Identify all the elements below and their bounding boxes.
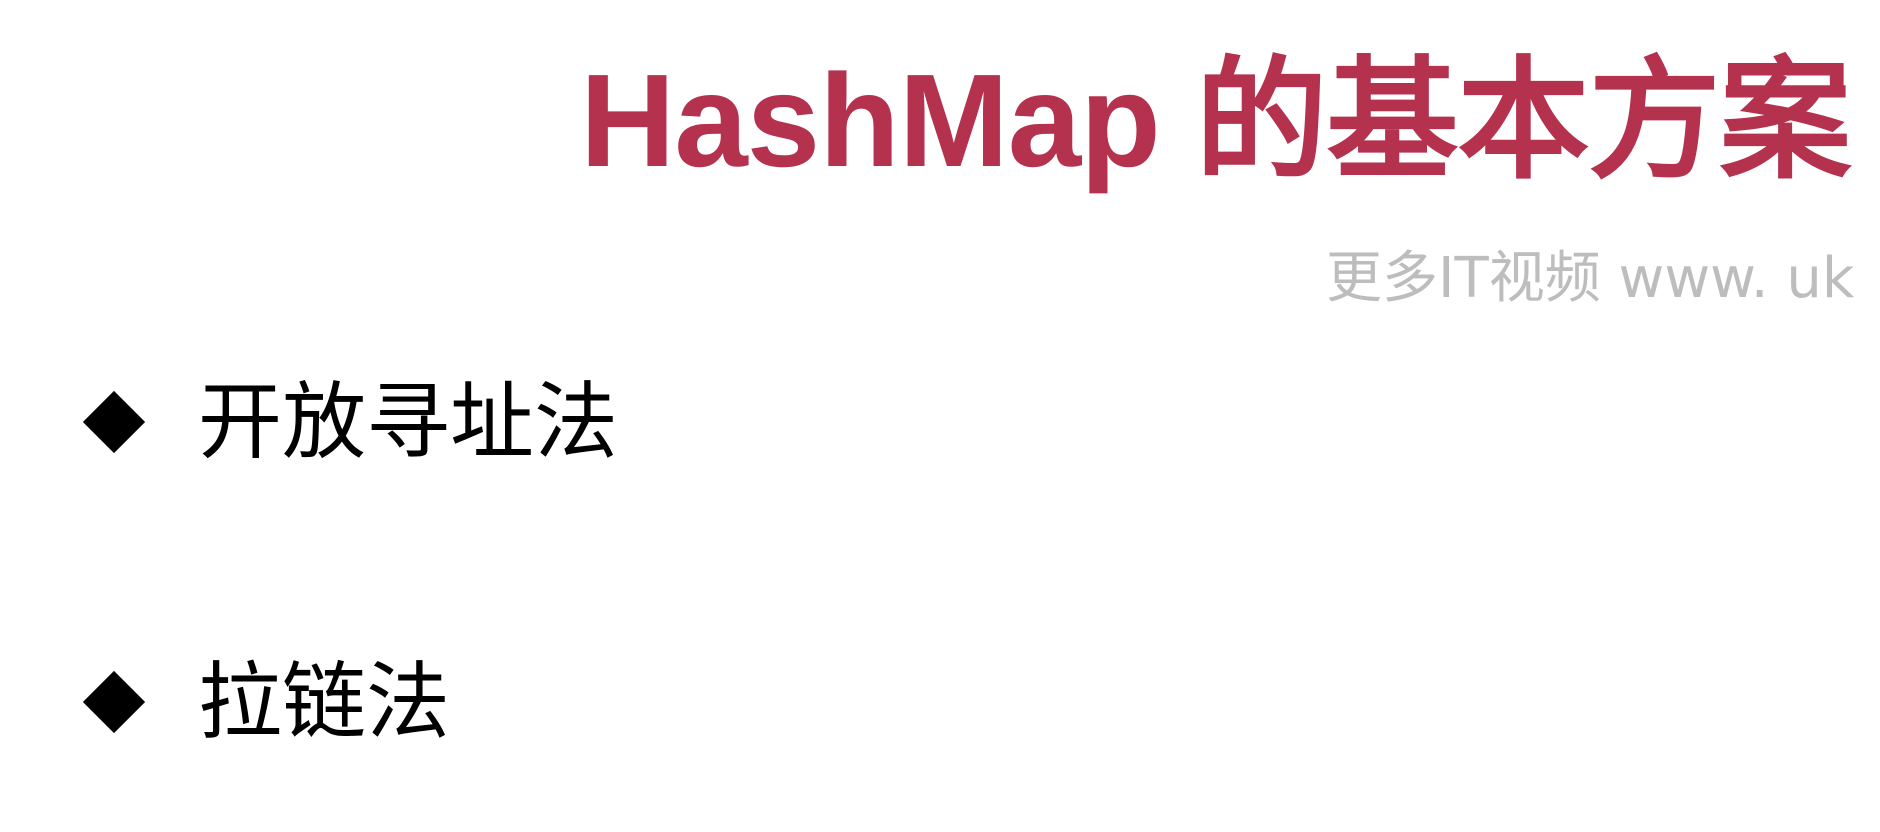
bullet-text: 拉链法 xyxy=(198,653,451,751)
diamond-bullet-icon xyxy=(82,670,146,734)
diamond-bullet-icon xyxy=(82,390,146,454)
bullet-text: 开放寻址法 xyxy=(198,373,619,471)
bullet-item-chaining: 拉链法 xyxy=(82,653,451,751)
slide-title: HashMap 的基本方案 xyxy=(580,47,1851,194)
bullet-item-open-addressing: 开放寻址法 xyxy=(82,373,619,471)
watermark-text: 更多IT视频 www. uk xyxy=(1326,246,1855,311)
slide: HashMap 的基本方案 更多IT视频 www. uk 开放寻址法 拉链法 xyxy=(0,0,1880,832)
